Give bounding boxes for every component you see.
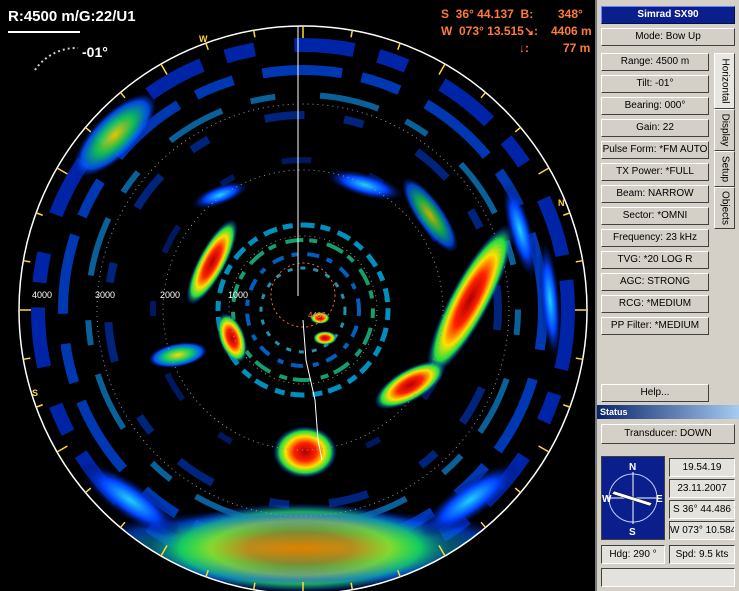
compass-e: E [656,494,663,505]
bearing-button[interactable]: Bearing: 000° [601,97,709,115]
status-message-bar [601,568,735,587]
range-button[interactable]: Range: 4500 m [601,53,709,71]
rcg-button[interactable]: RCG: *MEDIUM [601,295,709,313]
time-display: 19.54.19 [669,458,735,477]
frequency-button[interactable]: Frequency: 23 kHz [601,229,709,247]
depth-value: 77 m [563,41,591,55]
compass-s: S [629,527,636,538]
range-tick-2000: 2000 [160,290,180,300]
gain-button[interactable]: Gain: 22 [601,119,709,137]
compass-letter-s: S [32,388,38,398]
echo-layer [19,26,587,591]
lon-line: W 073° 13.515 [441,24,524,38]
help-button[interactable]: Help... [601,384,709,402]
device-title: Simrad SX90 [601,6,735,24]
compass-letter-w: W [199,34,208,44]
mode-button[interactable]: Mode: Bow Up [601,28,735,46]
beam-button[interactable]: Beam: NARROW [601,185,709,203]
speed-display: Spd: 9.5 kts [669,545,735,564]
tab-objects[interactable]: Objects [714,187,735,229]
tilt-readout: -01° [82,44,108,60]
compass-rose: N E S W [601,456,665,540]
tab-display[interactable]: Display [714,109,735,151]
bearing-value: 348° [558,7,583,21]
date-display: 23.11.2007 [669,479,735,498]
range-arrow-icon: ↘: [524,24,539,38]
sector-button[interactable]: Sector: *OMNI [601,207,709,225]
tx-power-button[interactable]: TX Power: *FULL [601,163,709,181]
lat-bearing-label: S 36° 44.137 B: [441,7,534,21]
lon-display: W 073° 10.584 [669,521,735,540]
tab-horizontal[interactable]: Horizontal [714,53,735,109]
range-gain-readout: R:4500 m/G:22/U1 [8,8,136,25]
compass-w: W [602,494,612,505]
compass-letter-n: N [558,198,565,208]
pp-filter-button[interactable]: PP Filter: *MEDIUM [601,317,709,335]
pulse-form-button[interactable]: Pulse Form: *FM AUTO [601,141,709,159]
range-value: 4406 m [551,24,592,38]
tab-setup[interactable]: Setup [714,151,735,187]
depth-arrow-icon: ↓: [519,41,529,55]
range-tick-3000: 3000 [95,290,115,300]
range-tick-4000: 4000 [32,290,52,300]
tvg-button[interactable]: TVG: *20 LOG R [601,251,709,269]
tilt-indicator-arc [34,46,79,71]
transducer-button[interactable]: Transducer: DOWN [601,424,735,444]
lat-display: S 36° 44.486 [669,500,735,519]
sonar-display[interactable]: W N S 4000 3000 2000 1000 4406 [0,0,595,591]
heading-display: Hdg: 290 ° [601,545,665,564]
compass-n: N [629,462,636,473]
range-scale-bar [8,31,80,33]
agc-button[interactable]: AGC: STRONG [601,273,709,291]
control-panel: Simrad SX90 Mode: Bow Up Range: 4500 m T… [595,0,739,591]
range-tick-1000: 1000 [228,290,248,300]
target-range-label: 4406 [308,311,326,320]
status-header: Status [597,405,739,419]
tilt-button[interactable]: Tilt: -01° [601,75,709,93]
